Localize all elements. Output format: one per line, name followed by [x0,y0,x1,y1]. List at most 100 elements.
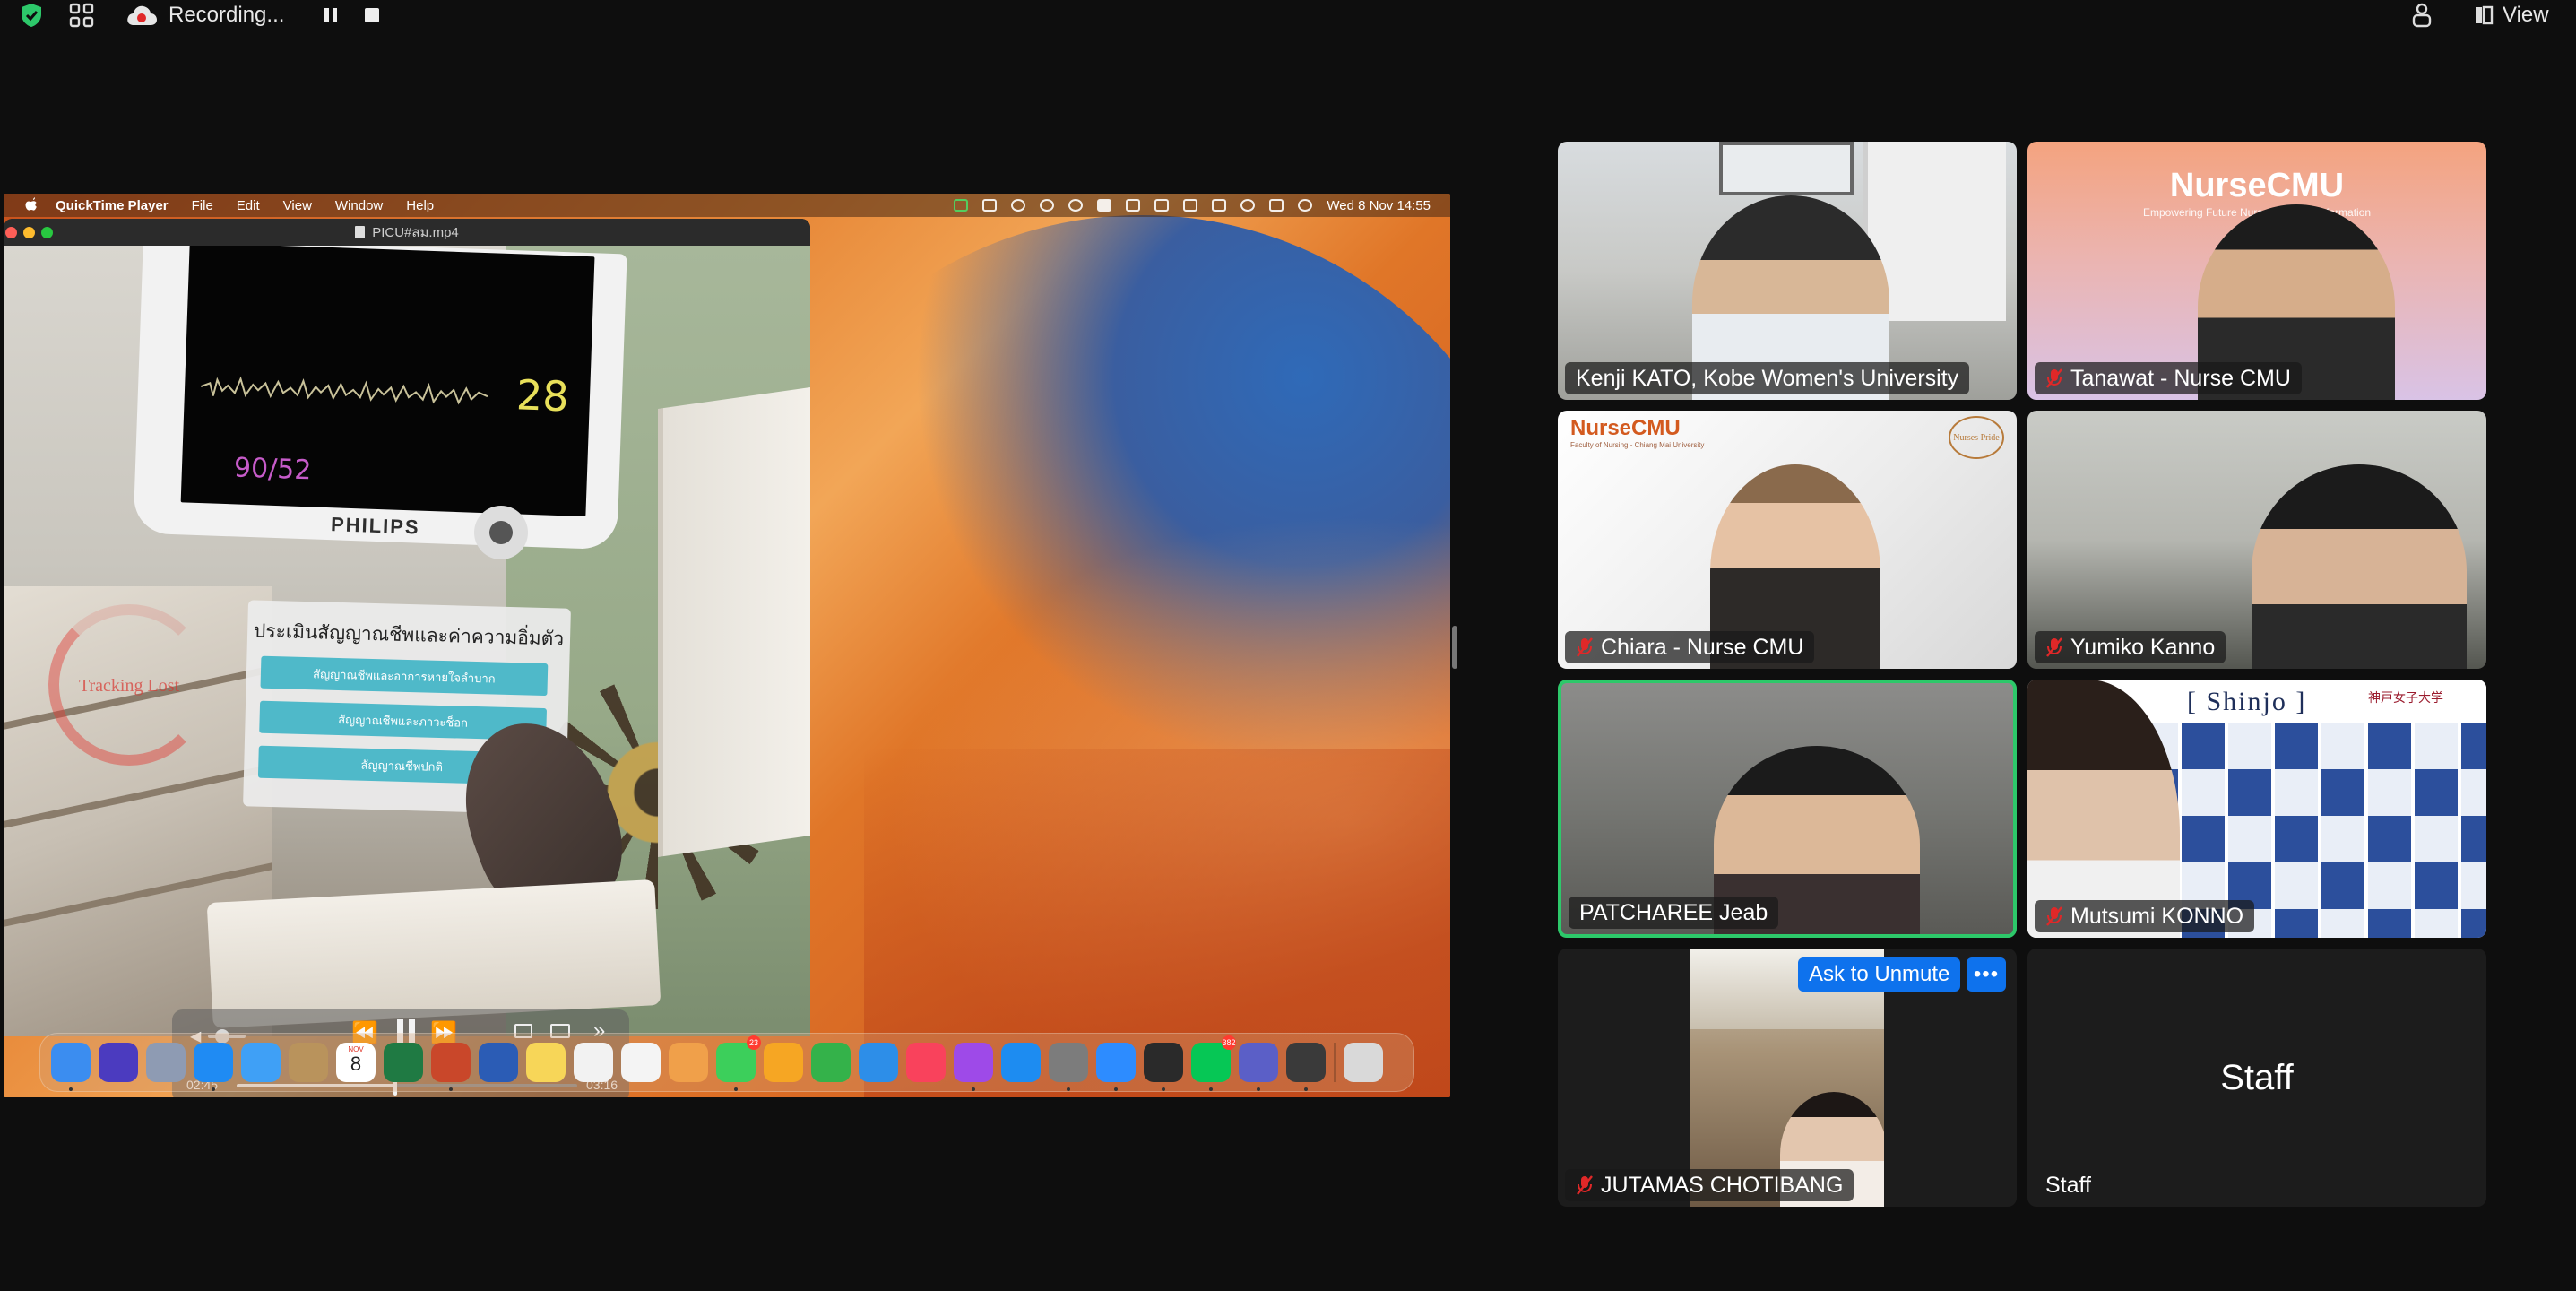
dock-keynote-icon[interactable] [859,1043,898,1082]
more-options-button[interactable]: ••• [1967,957,2006,992]
dock-system-settings-icon[interactable] [1049,1043,1088,1091]
dock-launchpad-icon[interactable] [146,1043,186,1082]
dock-notes-icon[interactable] [526,1043,566,1082]
menu-help[interactable]: Help [406,198,434,213]
window-minimize-icon[interactable] [23,227,35,238]
window-close-icon[interactable] [5,227,17,238]
immersive-view-icon[interactable] [2409,0,2434,30]
stop-recording-icon[interactable] [364,0,380,30]
participant-name-tag: Chiara - Nurse CMU [1565,631,1815,663]
dock-messages-icon[interactable]: 23 [716,1035,761,1091]
participant-name-tag: Staff [2035,1169,2102,1201]
dock-pages-icon[interactable] [764,1043,803,1082]
shield-check-icon[interactable] [20,0,43,30]
dock-podcasts-icon[interactable] [954,1043,993,1091]
participant-name: Yumiko Kanno [2070,634,2216,660]
muted-mic-icon [2046,368,2062,388]
heart-rate-value: 28 [515,370,570,421]
dock-zoom-icon[interactable] [1096,1043,1136,1091]
menu-status-area: Wed 8 Nov 14:55 [954,194,1431,217]
dock-safari-icon[interactable] [194,1043,233,1091]
status-volume-icon[interactable] [1126,199,1141,212]
dock-photos-icon[interactable] [669,1043,708,1082]
status-accessibility-icon[interactable] [982,199,998,212]
background-brand-sub: Faculty of Nursing - Chiang Mai Universi… [1570,441,1705,449]
muted-mic-icon [2046,637,2062,657]
view-button[interactable]: View [2474,0,2549,30]
participant-name-tag: Tanawat - Nurse CMU [2035,362,2302,394]
view-icon [2476,5,2494,25]
dock-running-indicator [972,1087,975,1091]
dock-freeform-icon[interactable] [574,1043,613,1082]
status-grammarly-icon[interactable] [1040,199,1055,212]
dock-siri-icon[interactable] [99,1043,138,1082]
office-window [1719,142,1854,195]
dock-reminders-icon[interactable] [621,1043,661,1082]
status-search-icon[interactable] [1240,199,1256,212]
participant-tile-jutamas[interactable]: Ask to Unmute ••• JUTAMAS CHOTIBANG [1558,949,2017,1207]
participant-tile-tanawat[interactable]: NurseCMU Empowering Future Nurses with T… [2027,142,2486,400]
dock-finder-icon[interactable] [51,1043,91,1091]
menu-view[interactable]: View [283,198,312,213]
menu-file[interactable]: File [192,198,213,213]
apps-grid-icon[interactable] [68,0,95,30]
dock-quicktime-icon[interactable] [1286,1043,1326,1091]
recording-indicator[interactable]: Recording... [125,0,284,30]
shared-screen: QuickTime Player File Edit View Window H… [4,194,1450,1097]
participant-tile-kenji[interactable]: Kenji KATO, Kobe Women's University [1558,142,2017,400]
dock-teams-icon[interactable] [1239,1043,1278,1091]
dock-mail-icon[interactable] [241,1043,281,1082]
dock-excel-icon[interactable] [384,1043,423,1082]
participant-tile-mutsumi[interactable]: [ Shinjo ] 神戸女子大学 Mutsumi KONNO [2027,680,2486,938]
status-battery-icon[interactable] [1183,199,1198,212]
status-play-icon[interactable] [1068,199,1084,212]
participant-name-tag: Yumiko Kanno [2035,631,2226,663]
status-settings-icon[interactable] [1011,199,1026,212]
dock-calendar-icon[interactable]: NOV 8 [336,1043,376,1082]
status-input-source-icon[interactable] [1097,199,1112,212]
participant-name: Kenji KATO, Kobe Women's University [1576,365,1959,391]
dock-contacts-icon[interactable] [289,1043,328,1082]
status-control-center-icon[interactable] [1269,199,1284,212]
participant-tile-patcharee[interactable]: PATCHAREE Jeab [1558,680,2017,938]
cloud-recording-icon [127,5,157,25]
participant-tile-chiara[interactable]: NurseCMU Faculty of Nursing - Chiang Mai… [1558,411,2017,669]
participant-name: Chiara - Nurse CMU [1601,634,1804,660]
menu-app-name[interactable]: QuickTime Player [56,198,169,213]
menu-window[interactable]: Window [335,198,383,213]
status-wifi-icon[interactable] [1212,199,1227,212]
dock-powerpoint-icon[interactable] [431,1043,471,1091]
video-frame[interactable]: 28 90/52 PHILIPS Tracking Lost ประเมินสั… [4,246,810,1036]
mac-menu-bar: QuickTime Player File Edit View Window H… [4,194,1450,217]
window-maximize-icon[interactable] [41,227,53,238]
ask-to-unmute-button[interactable]: Ask to Unmute [1798,957,1961,992]
pause-recording-icon[interactable] [323,0,339,30]
window-title: PICU#สม.mp4 [372,225,459,240]
dock-trash-icon[interactable] [1344,1043,1383,1082]
dock-running-indicator [1114,1087,1118,1091]
dock-numbers-icon[interactable] [811,1043,851,1082]
quicktime-titlebar[interactable]: PICU#สม.mp4 [4,219,810,246]
menu-edit[interactable]: Edit [237,198,260,213]
status-siri-icon[interactable] [1298,199,1313,212]
status-line-icon[interactable] [954,199,969,212]
split-view-divider[interactable] [1452,626,1457,669]
participant-tile-yumiko[interactable]: Yumiko Kanno [2027,411,2486,669]
ecg-waveform [200,376,488,405]
participant-tile-staff[interactable]: Staff Staff [2027,949,2486,1207]
blood-pressure-value: 90/52 [233,452,313,487]
dock-vmware-icon[interactable] [1144,1043,1183,1091]
dock-badge: 382 [1222,1035,1236,1050]
quicktime-window: PICU#สม.mp4 28 90/52 PHILIPS Tracking Lo… [4,219,810,1036]
apple-icon[interactable] [23,197,38,213]
menu-clock[interactable]: Wed 8 Nov 14:55 [1327,198,1431,213]
dock-word-icon[interactable] [479,1043,518,1082]
dock-running-indicator [1067,1087,1070,1091]
dock-music-icon[interactable] [906,1043,946,1082]
view-label: View [2503,3,2549,27]
participant-name: JUTAMAS CHOTIBANG [1601,1172,1844,1198]
status-bluetooth-icon[interactable] [1154,199,1170,212]
muted-mic-icon [1577,637,1593,657]
dock-line-icon[interactable]: 382 [1191,1035,1236,1091]
dock-app-store-icon[interactable] [1001,1043,1041,1082]
